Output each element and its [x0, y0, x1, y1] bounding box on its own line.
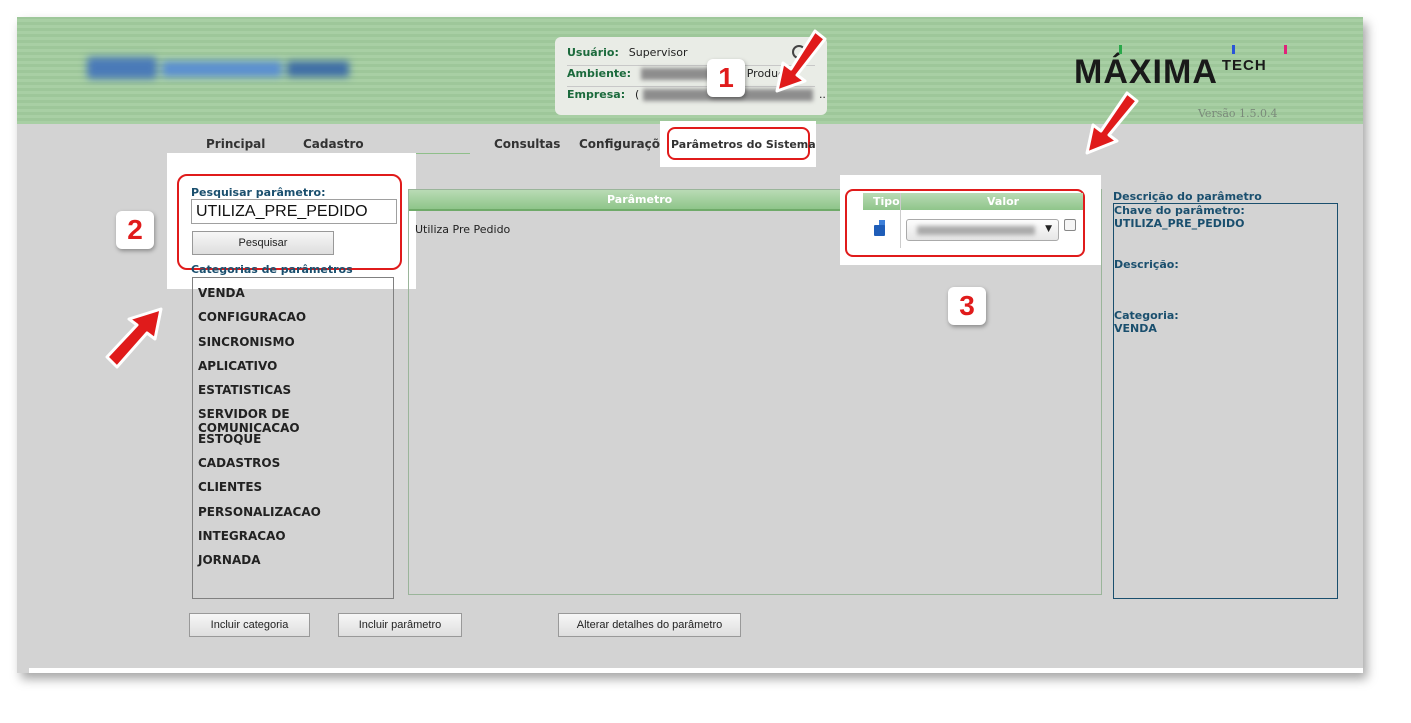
- key-label: Chave do parâmetro:: [1114, 204, 1245, 217]
- column-header-valor: Valor: [987, 195, 1020, 208]
- categories-label: Categorias de parâmetros: [191, 263, 353, 276]
- description-title: Descrição do parâmetro: [1113, 190, 1262, 203]
- version-label: Versão 1.5.0.4: [1198, 107, 1278, 120]
- key-value: UTILIZA_PRE_PEDIDO: [1114, 217, 1245, 230]
- chevron-down-icon: ▼: [1045, 224, 1052, 234]
- annotation-arrow-2: [105, 307, 163, 369]
- tab-principal[interactable]: Principal: [206, 137, 265, 151]
- company-logo: [87, 55, 352, 83]
- annotation-badge-2: 2: [116, 211, 154, 249]
- parameter-row-label[interactable]: Utiliza Pre Pedido: [415, 223, 510, 236]
- annotation-arrow-1: [775, 29, 827, 93]
- brand-name: MÁXIMA: [1074, 53, 1218, 91]
- add-parameter-button[interactable]: Incluir parâmetro: [338, 613, 462, 637]
- description-label: Descrição:: [1114, 258, 1179, 271]
- company-value-prefix: (: [634, 88, 640, 101]
- category-item-venda[interactable]: VENDA: [193, 286, 393, 310]
- column-divider: [900, 193, 901, 248]
- column-header-tipo: Tipo: [873, 195, 900, 208]
- category-item-estatisticas[interactable]: ESTATISTICAS: [193, 383, 393, 407]
- value-dropdown-redacted: [917, 226, 1035, 235]
- column-header-parametro: Parâmetro: [607, 193, 673, 206]
- footer-strip: [29, 668, 1363, 673]
- tab-consultas[interactable]: Consultas: [494, 137, 560, 151]
- category-item-cadastros[interactable]: CADASTROS: [193, 456, 393, 480]
- app-window: Usuário: Supervisor Ambiente: Produç Emp…: [17, 17, 1363, 673]
- add-category-button[interactable]: Incluir categoria: [189, 613, 310, 637]
- user-label: Usuário:: [567, 46, 619, 59]
- tab-parametros-sistema[interactable]: Parâmetros do Sistema: [671, 138, 816, 151]
- tab-cadastro[interactable]: Cadastro: [303, 137, 364, 151]
- annotation-arrow-3: [1085, 91, 1139, 155]
- category-value: VENDA: [1114, 322, 1157, 335]
- database-icon: [874, 220, 885, 236]
- category-item-personalizacao[interactable]: PERSONALIZACAO: [193, 505, 393, 529]
- value-dropdown[interactable]: ▼: [906, 219, 1059, 241]
- company-label: Empresa:: [567, 88, 626, 101]
- value-header: Tipo Valor: [863, 193, 1083, 210]
- category-item-configuracao[interactable]: CONFIGURACAO: [193, 310, 393, 334]
- edit-parameter-details-button[interactable]: Alterar detalhes do parâmetro: [558, 613, 741, 637]
- category-item-servidor[interactable]: SERVIDOR DE COMUNICACAO: [193, 407, 393, 435]
- annotation-badge-3: 3: [948, 287, 986, 325]
- user-value: Supervisor: [628, 46, 688, 59]
- category-item-sincronismo[interactable]: SINCRONISMO: [193, 335, 393, 359]
- environment-label: Ambiente:: [567, 67, 632, 80]
- search-label: Pesquisar parâmetro:: [191, 186, 326, 199]
- category-item-jornada[interactable]: JORNADA: [193, 553, 393, 577]
- brand-logo: MÁXIMA TECH: [1074, 45, 1287, 92]
- search-input[interactable]: [191, 199, 397, 224]
- search-button[interactable]: Pesquisar: [192, 231, 334, 255]
- category-item-clientes[interactable]: CLIENTES: [193, 480, 393, 504]
- category-list: VENDA CONFIGURACAO SINCRONISMO APLICATIV…: [192, 277, 394, 599]
- annotation-badge-1: 1: [707, 59, 745, 97]
- category-item-integracao[interactable]: INTEGRACAO: [193, 529, 393, 553]
- value-checkbox[interactable]: [1064, 219, 1076, 231]
- brand-suffix: TECH: [1221, 57, 1267, 74]
- category-label: Categoria:: [1114, 309, 1179, 322]
- header-bar: Usuário: Supervisor Ambiente: Produç Emp…: [17, 17, 1363, 124]
- category-item-aplicativo[interactable]: APLICATIVO: [193, 359, 393, 383]
